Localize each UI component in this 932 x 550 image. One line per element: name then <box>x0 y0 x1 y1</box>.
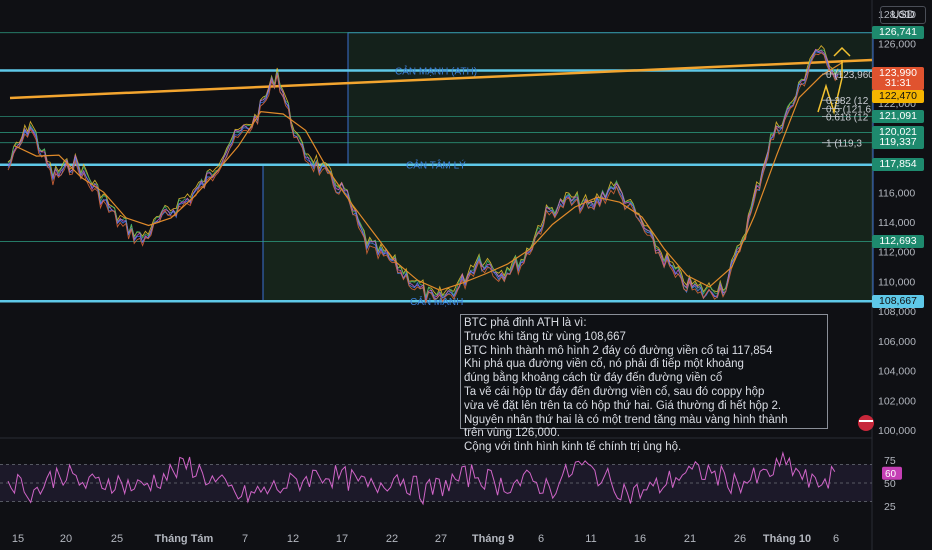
price-tick-label: 102,000 <box>878 395 916 407</box>
price-tag: 117,854 <box>872 158 924 172</box>
price-tag: 112,693 <box>872 234 924 248</box>
time-tick-label: 26 <box>734 533 746 545</box>
time-tick-label: 20 <box>60 533 72 545</box>
price-tick-label: 104,000 <box>878 366 916 378</box>
rsi-tick-label: 50 <box>884 478 896 490</box>
time-tick-label: Tháng Tám <box>155 533 214 545</box>
time-tick-label: 17 <box>336 533 348 545</box>
time-tick-label: 15 <box>12 533 24 545</box>
key-level-label: CẢN MẠNH (ATH) <box>395 64 477 77</box>
price-tick-label: 100,000 <box>878 425 916 437</box>
fib-label: 0.618 (12 <box>826 113 869 124</box>
time-tick-label: Tháng 9 <box>472 533 514 545</box>
analysis-note[interactable]: BTC phá đỉnh ATH là vì: Trước khi tăng từ… <box>460 314 828 453</box>
rsi-current-value: 60 <box>885 469 897 480</box>
time-tick-label: Tháng 10 <box>763 533 811 545</box>
rsi-tick-label: 75 <box>884 455 896 467</box>
key-level-label: CẢN MẠNH <box>410 295 463 308</box>
box-lower <box>262 164 874 302</box>
fib-label: 0 (123,960) <box>826 70 877 81</box>
time-tick-label: 16 <box>634 533 646 545</box>
currency-selector[interactable]: USD <box>880 6 926 24</box>
price-tag: 122,470 <box>872 89 924 103</box>
price-tick-label: 110,000 <box>878 276 915 288</box>
key-level-label: CẢN TÂM LÝ <box>406 159 466 172</box>
time-tick-label: 11 <box>585 533 596 545</box>
price-tick-label: 114,000 <box>878 217 915 229</box>
price-tag: 119,337 <box>872 136 924 150</box>
note-line: Khi phá qua đường viền cổ, nó phải đi ti… <box>464 358 744 371</box>
time-tick-label: 25 <box>111 533 123 545</box>
note-line: Nguyên nhân thứ hai là có một trend tăng… <box>464 413 788 426</box>
flag-icon-stripe <box>859 420 873 422</box>
time-tick-label: 22 <box>386 533 398 545</box>
rsi-band <box>0 464 872 502</box>
flag-icon <box>858 415 874 431</box>
price-tag: 121,091 <box>872 110 924 124</box>
price-chart-canvas[interactable]: CẢN MẠNH (ATH) CẢN TÂM LÝ CẢN MẠNH 0 (123,9… <box>0 0 932 550</box>
price-tick-label: 106,000 <box>878 336 916 348</box>
note-line: trên vùng 126,000. <box>464 427 560 440</box>
price-tag: 108,667 <box>872 294 924 308</box>
time-tick-label: 21 <box>684 533 696 545</box>
time-tick-label: 6 <box>833 533 839 545</box>
time-tick-label: 7 <box>242 533 248 545</box>
price-tag: 126,741 <box>872 26 924 40</box>
time-tick-label: 12 <box>287 533 299 545</box>
price-tick-label: 108,000 <box>878 306 916 318</box>
note-line: đúng bằng khoảng cách từ đáy đến đường v… <box>464 372 723 385</box>
rsi-tick-label: 25 <box>884 501 896 513</box>
note-line: Trước khi tăng từ vùng 108,667 <box>464 330 626 343</box>
note-line: BTC hình thành mô hình 2 đáy có đường vi… <box>464 344 773 357</box>
note-line: Ta vẽ cái hộp từ đáy đến đường viền cổ, … <box>464 385 765 398</box>
note-line: Cộng với tình hình kinh tế chính trị ủng… <box>464 441 682 454</box>
price-tick-label: 112,000 <box>878 247 915 259</box>
price-tick-label: 126,000 <box>878 39 916 51</box>
note-line: BTC phá đỉnh ATH là vì: <box>464 317 587 329</box>
time-tick-label: 27 <box>435 533 447 545</box>
price-tag: 31:31 <box>872 77 924 91</box>
fib-label: 1 (119,3 <box>826 139 862 150</box>
note-line: vừa vẽ đặt lên trên ta có hộp thứ hai. G… <box>464 399 782 412</box>
time-tick-label: 6 <box>538 533 544 545</box>
trading-chart[interactable]: CẢN MẠNH (ATH) CẢN TÂM LÝ CẢN MẠNH 0 (123,9… <box>0 0 932 550</box>
price-tick-label: 116,000 <box>878 187 915 199</box>
